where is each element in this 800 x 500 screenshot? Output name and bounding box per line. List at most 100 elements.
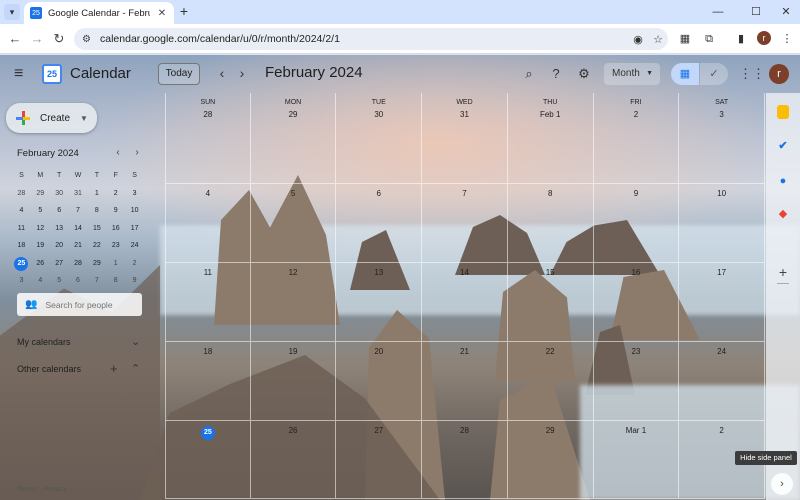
day-cell[interactable]: Mar 1	[593, 421, 680, 499]
day-cell[interactable]: 20	[336, 342, 423, 421]
today-button[interactable]: Today	[158, 63, 200, 85]
terms-privacy-links[interactable]: Terms – Privacy	[17, 486, 67, 493]
mini-day[interactable]: 3	[12, 272, 31, 290]
search-people-input[interactable]	[45, 299, 136, 310]
day-number[interactable]: 29	[251, 110, 336, 119]
calendar-view-toggle[interactable]: ▦	[671, 63, 699, 85]
day-cell[interactable]: 17	[679, 263, 765, 342]
day-number[interactable]: 11	[166, 268, 250, 277]
day-cell[interactable]: 25	[165, 421, 251, 499]
mini-day[interactable]: 11	[12, 220, 31, 238]
side-panel-icon[interactable]: ▮	[733, 31, 749, 47]
day-number[interactable]: 14	[422, 268, 507, 277]
day-cell[interactable]: FRI 2	[593, 93, 680, 184]
mini-day[interactable]: 2	[125, 255, 144, 273]
mini-day[interactable]: 3	[125, 185, 144, 203]
reload-icon[interactable]: ↻	[50, 30, 68, 48]
mini-next-month-icon[interactable]: ›	[131, 147, 143, 158]
mini-day[interactable]: 31	[69, 185, 88, 203]
mini-day[interactable]: 2	[106, 185, 125, 203]
main-menu-icon[interactable]: ≡	[14, 65, 23, 83]
day-cell[interactable]: 15	[507, 263, 594, 342]
mini-day[interactable]: 9	[106, 202, 125, 220]
mini-day[interactable]: 23	[106, 237, 125, 255]
mini-day[interactable]: 21	[69, 237, 88, 255]
day-number[interactable]: 3	[679, 110, 764, 119]
maps-icon[interactable]: ◆	[775, 206, 791, 222]
tasks-icon[interactable]: ✔	[775, 138, 791, 154]
day-cell[interactable]: 23	[593, 342, 680, 421]
close-window-icon[interactable]: ✕	[774, 3, 798, 21]
forward-icon[interactable]: →	[28, 30, 46, 48]
day-cell[interactable]: 18	[165, 342, 251, 421]
mini-day[interactable]: 19	[31, 237, 50, 255]
day-cell[interactable]: 4	[165, 184, 251, 263]
mini-day[interactable]: 5	[31, 202, 50, 220]
day-number[interactable]: 5	[251, 189, 336, 198]
extensions-icon[interactable]: ⧉	[701, 31, 717, 47]
day-number[interactable]: 17	[679, 268, 764, 277]
day-number[interactable]: 20	[336, 347, 421, 356]
day-number[interactable]: 29	[508, 426, 593, 435]
mini-day[interactable]: 15	[87, 220, 106, 238]
mini-day[interactable]: 26	[31, 255, 50, 273]
mini-day[interactable]: 30	[50, 185, 69, 203]
mini-day[interactable]: 13	[50, 220, 69, 238]
calendar-ext-icon[interactable]: ▦	[677, 31, 693, 47]
day-number-today[interactable]: 25	[166, 426, 250, 440]
day-number[interactable]: 22	[508, 347, 593, 356]
day-cell[interactable]: 6	[336, 184, 423, 263]
tab-search-button[interactable]: ▾	[4, 4, 20, 20]
day-number[interactable]: 2	[679, 426, 764, 435]
mini-day[interactable]: 8	[87, 202, 106, 220]
day-number[interactable]: 15	[508, 268, 593, 277]
day-cell[interactable]: SAT 3	[679, 93, 765, 184]
browser-profile-avatar[interactable]: r	[757, 31, 771, 45]
google-apps-icon[interactable]: ⋮⋮⋮	[739, 64, 778, 84]
site-info-icon[interactable]: ⚙	[82, 34, 96, 45]
day-cell[interactable]: 5	[250, 184, 337, 263]
day-number[interactable]: 13	[336, 268, 421, 277]
day-cell[interactable]: 10	[679, 184, 765, 263]
day-number[interactable]: 30	[336, 110, 421, 119]
mini-day[interactable]: 28	[12, 185, 31, 203]
mini-day[interactable]: 1	[87, 185, 106, 203]
day-number[interactable]: 26	[251, 426, 336, 435]
day-cell[interactable]: 28	[422, 421, 508, 499]
back-icon[interactable]: ←	[6, 30, 24, 48]
mini-day[interactable]: 28	[69, 255, 88, 273]
day-cell[interactable]: MON 29	[250, 93, 337, 184]
day-cell[interactable]: 12	[250, 263, 337, 342]
day-cell[interactable]: 14	[422, 263, 508, 342]
maximize-icon[interactable]: ☐	[744, 3, 768, 21]
day-number[interactable]: 21	[422, 347, 507, 356]
mini-day[interactable]: 17	[125, 220, 144, 238]
mini-day-today[interactable]: 25	[12, 255, 31, 273]
mini-day[interactable]: 18	[12, 237, 31, 255]
day-cell[interactable]: 16	[593, 263, 680, 342]
day-cell[interactable]: 19	[250, 342, 337, 421]
settings-gear-icon[interactable]: ⚙	[574, 64, 594, 84]
help-icon[interactable]: ?	[546, 64, 566, 84]
mini-day[interactable]: 29	[31, 185, 50, 203]
day-number[interactable]: 27	[336, 426, 421, 435]
day-number[interactable]: 9	[594, 189, 679, 198]
mini-day[interactable]: 7	[87, 272, 106, 290]
bookmark-star-icon[interactable]: ☆	[648, 33, 668, 46]
mini-prev-month-icon[interactable]: ‹	[112, 147, 124, 158]
browser-tab[interactable]: 25 Google Calendar - February 2 ✕	[24, 2, 174, 24]
day-cell[interactable]: WED 31	[422, 93, 508, 184]
get-addons-icon[interactable]: +	[775, 264, 791, 280]
mini-day[interactable]: 14	[69, 220, 88, 238]
mini-day[interactable]: 16	[106, 220, 125, 238]
mini-day[interactable]: 5	[50, 272, 69, 290]
add-calendar-icon[interactable]: +	[110, 361, 118, 376]
day-number[interactable]: 23	[594, 347, 679, 356]
day-number[interactable]: 7	[422, 189, 507, 198]
day-number[interactable]: 16	[594, 268, 679, 277]
mini-day[interactable]: 10	[125, 202, 144, 220]
day-number[interactable]: 10	[679, 189, 764, 198]
other-calendars-heading[interactable]: Other calendars	[17, 364, 81, 374]
view-switcher[interactable]: Month ▼	[604, 63, 660, 85]
day-cell[interactable]: 8	[507, 184, 594, 263]
